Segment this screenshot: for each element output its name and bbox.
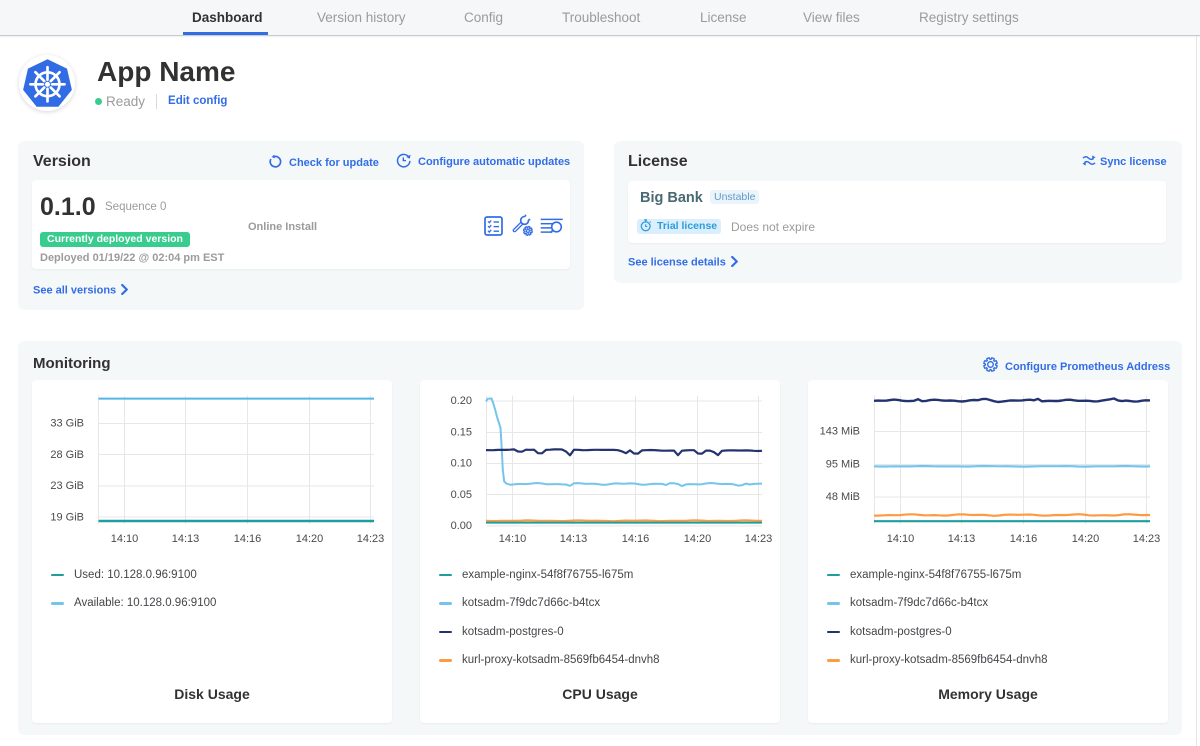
svg-text:14:23: 14:23 bbox=[357, 533, 385, 545]
svg-text:14:10: 14:10 bbox=[887, 533, 915, 545]
svg-text:33 GiB: 33 GiB bbox=[50, 418, 84, 430]
svg-text:14:20: 14:20 bbox=[684, 533, 712, 545]
svg-text:14:20: 14:20 bbox=[296, 533, 324, 545]
svg-text:48 MiB: 48 MiB bbox=[826, 491, 860, 503]
svg-text:0.15: 0.15 bbox=[451, 427, 472, 439]
svg-text:0.05: 0.05 bbox=[451, 489, 472, 501]
svg-text:14:20: 14:20 bbox=[1072, 533, 1100, 545]
svg-text:19 GiB: 19 GiB bbox=[50, 511, 84, 523]
svg-text:0.20: 0.20 bbox=[451, 395, 472, 407]
svg-text:0.10: 0.10 bbox=[451, 458, 472, 470]
svg-text:14:10: 14:10 bbox=[499, 533, 527, 545]
svg-text:14:10: 14:10 bbox=[111, 533, 139, 545]
svg-text:14:16: 14:16 bbox=[234, 533, 262, 545]
svg-text:14:13: 14:13 bbox=[948, 533, 976, 545]
svg-text:14:23: 14:23 bbox=[1133, 533, 1161, 545]
svg-text:14:16: 14:16 bbox=[622, 533, 650, 545]
svg-text:95 MiB: 95 MiB bbox=[826, 459, 860, 471]
svg-text:14:13: 14:13 bbox=[172, 533, 200, 545]
svg-text:14:16: 14:16 bbox=[1010, 533, 1038, 545]
svg-text:14:23: 14:23 bbox=[745, 533, 773, 545]
svg-text:14:13: 14:13 bbox=[560, 533, 588, 545]
svg-text:143 MiB: 143 MiB bbox=[820, 426, 860, 438]
svg-text:28 GiB: 28 GiB bbox=[50, 449, 84, 461]
svg-text:23 GiB: 23 GiB bbox=[50, 480, 84, 492]
svg-text:0.00: 0.00 bbox=[451, 520, 472, 532]
